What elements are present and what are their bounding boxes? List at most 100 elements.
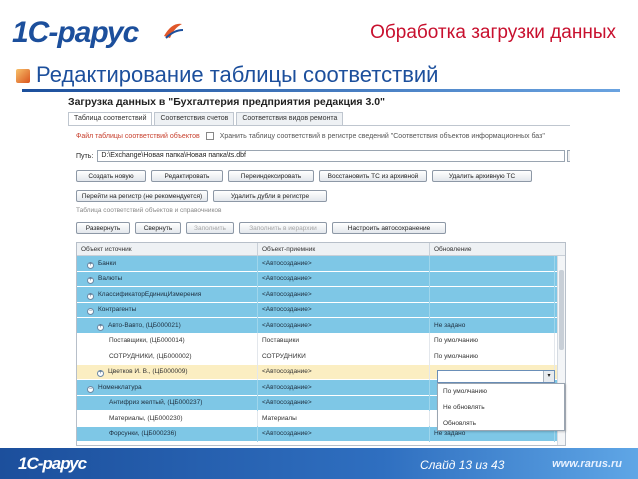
slide-header-title: Обработка загрузки данных xyxy=(370,22,616,43)
bullet-icon xyxy=(16,69,30,83)
logo-swoosh-icon xyxy=(164,23,184,39)
option-update[interactable]: Обновлять xyxy=(438,416,564,432)
path-label: Путь: xyxy=(76,152,94,160)
app-title: Загрузка данных в "Бухгалтерия предприят… xyxy=(68,96,386,108)
row-source-cell: + Авто-Вавто, (ЦБ000021) xyxy=(77,317,258,333)
rarus-logo: 1С-рарус xyxy=(12,16,184,50)
file-row: Файл таблицы соответствий объектов Храни… xyxy=(76,132,545,140)
row-source-cell: Антифриз желтый, (ЦБ000237) xyxy=(77,395,258,411)
reindex-button[interactable]: Переиндексировать xyxy=(228,170,314,182)
row-update-cell: По умолчанию xyxy=(430,348,555,364)
row-source-text: Валюты xyxy=(98,275,123,282)
browse-button[interactable]: ... xyxy=(567,150,570,162)
table-row[interactable]: + Банки <Автосоздание> xyxy=(77,255,565,272)
tab-repair-types[interactable]: Соответствия видов ремонта xyxy=(236,112,344,126)
table-row[interactable]: + Валюты <Автосоздание> xyxy=(77,271,565,287)
tab-account-correspondence[interactable]: Соответствия счетов xyxy=(154,112,235,126)
option-default[interactable]: По умолчанию xyxy=(438,384,564,400)
row-source-text: Авто-Вавто, (ЦБ000021) xyxy=(108,321,181,329)
tab-bar: Таблица соответствий Соответствия счетов… xyxy=(68,112,345,126)
row-target-cell: Поставщики xyxy=(258,333,430,349)
autosave-settings-button[interactable]: Настроить автосохранение xyxy=(332,222,446,234)
row-target-cell: <Автосоздание> xyxy=(258,302,430,318)
row-target-cell: Материалы xyxy=(258,410,430,426)
row-update-cell xyxy=(430,302,555,318)
row-target-cell: <Автосоздание> xyxy=(258,395,430,411)
row-target-cell: <Автосоздание> xyxy=(258,379,430,395)
row-update-cell: По умолчанию xyxy=(430,333,555,349)
option-do-not-update[interactable]: Не обновлять xyxy=(438,400,564,416)
go-to-register-button[interactable]: Перейти на регистр (не рекомендуется) xyxy=(76,190,208,202)
file-label: Файл таблицы соответствий объектов xyxy=(76,132,200,140)
create-new-button[interactable]: Создать новую xyxy=(76,170,146,182)
update-select[interactable]: ▾ xyxy=(437,370,555,383)
expand-icon[interactable]: + xyxy=(87,277,94,284)
header-source-object[interactable]: Объект источник xyxy=(77,243,258,255)
expand-icon[interactable]: + xyxy=(87,292,94,300)
row-source-cell: + КлассификаторЕдиницИзмерения xyxy=(77,286,258,302)
store-in-register-label: Хранить таблицу соответствий в регистре … xyxy=(219,132,545,140)
row-source-text: Контрагенты xyxy=(98,306,137,313)
expand-button[interactable]: Развернуть xyxy=(76,222,130,234)
slide-subtitle: Редактирование таблицы соответствий xyxy=(16,62,438,88)
row-target-cell: СОТРУДНИКИ xyxy=(258,348,430,364)
row-source-text: Цветков И. В., (ЦБ000009) xyxy=(108,368,188,375)
row-target-cell: <Автосоздание> xyxy=(258,364,430,380)
row-source-text: Номенклатура xyxy=(98,383,142,391)
row-target-cell: <Автосоздание> xyxy=(258,317,430,333)
delete-duplicates-button[interactable]: Удалить дубли в регистре xyxy=(213,190,327,202)
tab-correspondence-table[interactable]: Таблица соответствий xyxy=(68,112,153,126)
chevron-down-icon[interactable]: ▾ xyxy=(543,371,554,382)
row-target-cell: <Автосоздание> xyxy=(258,255,430,271)
row-update-cell: Не задано xyxy=(430,317,555,333)
fill-hierarchy-button[interactable]: Заполнить в иерархии xyxy=(239,222,327,234)
row-source-text: КлассификаторЕдиницИзмерения xyxy=(98,290,202,298)
expand-icon[interactable]: + xyxy=(87,261,94,269)
button-row-1: Создать новую Редактировать Переиндексир… xyxy=(76,170,537,182)
subtitle-divider xyxy=(22,89,620,92)
slide-counter: Слайд 13 из 43 xyxy=(420,458,505,472)
group-label: Таблица соответствий объектов и справочн… xyxy=(76,207,222,214)
row-source-cell: СОТРУДНИКИ, (ЦБ000002) xyxy=(77,348,258,364)
collapse-icon[interactable]: − xyxy=(87,308,94,315)
fill-button[interactable]: Заполнить xyxy=(186,222,234,234)
row-update-cell xyxy=(430,286,555,302)
collapse-icon[interactable]: − xyxy=(87,385,94,393)
tab-divider xyxy=(68,125,570,126)
restore-archive-button[interactable]: Восстановить ТС из архивной xyxy=(319,170,427,182)
table-row[interactable]: СОТРУДНИКИ, (ЦБ000002) СОТРУДНИКИ По умо… xyxy=(77,348,565,365)
path-input[interactable]: D:\Exchange\Новая папка\Новая папка\ts.d… xyxy=(97,150,566,162)
edit-button[interactable]: Редактировать xyxy=(151,170,223,182)
table-row[interactable]: Поставщики, (ЦБ000014) Поставщики По умо… xyxy=(77,333,565,349)
row-source-cell: + Валюты xyxy=(77,271,258,287)
slide-footer: 1С-рарус Слайд 13 из 43 www.rarus.ru xyxy=(0,448,638,479)
row-source-cell: + Цветков И. В., (ЦБ000009) xyxy=(77,364,258,380)
store-in-register-checkbox[interactable] xyxy=(205,132,214,140)
row-source-cell: + Банки xyxy=(77,255,258,271)
button-row-2: Перейти на регистр (не рекомендуется) Уд… xyxy=(76,190,332,202)
button-row-3: Развернуть Свернуть Заполнить Заполнить … xyxy=(76,222,451,234)
footer-url[interactable]: www.rarus.ru xyxy=(552,458,622,470)
delete-archive-button[interactable]: Удалить архивную ТС xyxy=(432,170,532,182)
app-window: Загрузка данных в "Бухгалтерия предприят… xyxy=(66,94,570,446)
row-source-cell: Форсунки, (ЦБ000236) xyxy=(77,426,258,442)
expand-icon[interactable]: + xyxy=(97,323,104,331)
row-source-text: Банки xyxy=(98,259,116,267)
row-update-cell xyxy=(430,255,555,271)
header-target-object[interactable]: Объект-приемник xyxy=(258,243,430,255)
grid-header: Объект источник Объект-приемник Обновлен… xyxy=(77,243,565,256)
logo-text: 1С-рарус xyxy=(12,16,139,49)
row-target-cell: <Автосоздание> xyxy=(258,286,430,302)
row-source-cell: − Контрагенты xyxy=(77,302,258,318)
row-source-cell: Поставщики, (ЦБ000014) xyxy=(77,333,258,349)
table-row[interactable]: − Контрагенты <Автосоздание> xyxy=(77,302,565,318)
slide-subtitle-text: Редактирование таблицы соответствий xyxy=(36,62,439,87)
table-row[interactable]: + КлассификаторЕдиницИзмерения <Автосозда… xyxy=(77,286,565,303)
table-row[interactable]: + Авто-Вавто, (ЦБ000021) <Автосоздание> Н… xyxy=(77,317,565,334)
collapse-button[interactable]: Свернуть xyxy=(135,222,181,234)
expand-icon[interactable]: + xyxy=(97,370,104,377)
scrollbar-thumb[interactable] xyxy=(559,270,564,350)
header-update[interactable]: Обновление xyxy=(430,243,555,255)
update-options-list: По умолчанию Не обновлять Обновлять xyxy=(437,383,565,431)
path-row: Путь: D:\Exchange\Новая папка\Новая папк… xyxy=(76,150,570,162)
